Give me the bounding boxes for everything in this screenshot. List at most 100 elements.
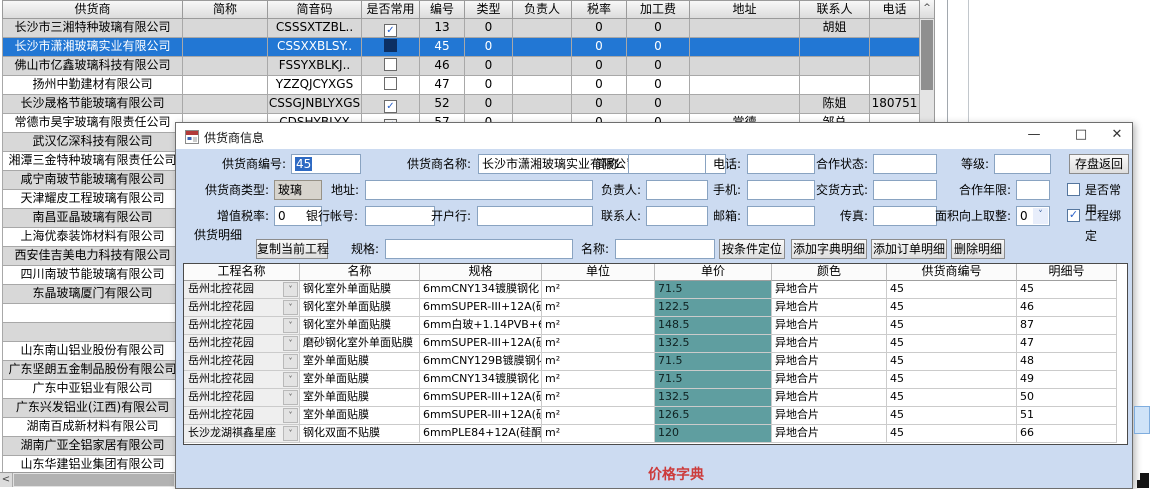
- address-label: 地址:: [326, 180, 359, 200]
- column-header-5[interactable]: 编号: [420, 0, 465, 19]
- column-header-8[interactable]: 税率: [572, 0, 627, 19]
- detail-cell: 122.5: [655, 299, 772, 317]
- supplier-table-horizontal-scrollbar[interactable]: <: [0, 472, 176, 487]
- coop-status-input[interactable]: [873, 154, 937, 174]
- chevron-down-icon[interactable]: ˅: [283, 282, 298, 297]
- detail-row[interactable]: 岳州北控花园˅室外单面贴膜6mmCNY129B镀膜钢化m²71.5异地合片454…: [184, 353, 1117, 371]
- column-header-1[interactable]: 供货商: [2, 0, 183, 19]
- detail-row[interactable]: 岳州北控花园˅室外单面贴膜6mmSUPER-III+12A(硅..m²132.5…: [184, 389, 1117, 407]
- project-combo[interactable]: 岳州北控花园˅: [184, 353, 300, 371]
- detail-cell: 50: [1017, 389, 1117, 407]
- chevron-down-icon[interactable]: ˅: [1033, 208, 1048, 224]
- common-use-checkbox[interactable]: ✓: [384, 24, 397, 37]
- detail-cell: m²: [542, 371, 655, 389]
- copy-current-project-button[interactable]: 复制当前工程: [256, 239, 328, 259]
- scroll-left-arrow-icon[interactable]: <: [0, 473, 13, 487]
- supplier-row[interactable]: 长沙市潇湘玻璃实业有限公司CSSXXBLSY..45000: [2, 38, 920, 57]
- project-combo[interactable]: 岳州北控花园˅: [184, 335, 300, 353]
- locate-by-condition-button[interactable]: 按条件定位: [719, 239, 785, 259]
- common-use-checkbox[interactable]: [384, 58, 397, 71]
- detail-row[interactable]: 岳州北控花园˅钢化室外单面贴膜6mm白玻+1.14PVB+6mm..m²148.…: [184, 317, 1117, 335]
- vertical-scrollbar-thumb[interactable]: [921, 20, 933, 90]
- area-round-up-select[interactable]: 0˅: [1016, 206, 1050, 226]
- project-combo[interactable]: 岳州北控花园˅: [184, 407, 300, 425]
- detail-grid-header: 工程名称名称规格单位单价颜色供货商编号明细号: [184, 264, 1117, 281]
- maximize-button[interactable]: □: [1065, 123, 1097, 148]
- grid-column-header-6[interactable]: 颜色: [772, 264, 887, 281]
- detail-row[interactable]: 长沙龙湖祺鑫星座˅钢化双面不贴膜6mmPLE84+12A(硅酮胶..m²120异…: [184, 425, 1117, 443]
- detail-row[interactable]: 岳州北控花园˅室外单面贴膜6mmCNY134镀膜钢化m²71.5异地合片4549: [184, 371, 1117, 389]
- chevron-down-icon[interactable]: ˅: [283, 300, 298, 315]
- column-header-12[interactable]: 电话: [870, 0, 920, 19]
- supplier-cell: 武汉亿深科技有限公司: [2, 133, 183, 152]
- column-header-9[interactable]: 加工费: [627, 0, 690, 19]
- chevron-down-icon[interactable]: ˅: [283, 390, 298, 405]
- email-input[interactable]: [747, 206, 815, 226]
- grid-column-header-3[interactable]: 规格: [420, 264, 542, 281]
- project-combo[interactable]: 岳州北控花园˅: [184, 317, 300, 335]
- common-use-checkbox[interactable]: [1067, 183, 1080, 196]
- project-combo[interactable]: 岳州北控花园˅: [184, 299, 300, 317]
- detail-cell: m²: [542, 425, 655, 443]
- add-order-detail-button[interactable]: 添加订单明细: [871, 239, 947, 259]
- minimize-button[interactable]: —: [1018, 123, 1050, 148]
- close-button[interactable]: ✕: [1101, 123, 1133, 148]
- supplier-row[interactable]: 长沙晟格节能玻璃有限公司CSSGJNBLYXGS✓52000陈姐180751: [2, 95, 920, 114]
- horizontal-scrollbar-thumb[interactable]: [14, 474, 174, 486]
- detail-row[interactable]: 岳州北控花园˅钢化室外单面贴膜6mmCNY134镀膜钢化m²71.5异地合片45…: [184, 281, 1117, 299]
- detail-cell: 6mm白玻+1.14PVB+6mm..: [420, 317, 542, 335]
- column-header-6[interactable]: 类型: [465, 0, 513, 19]
- project-combo[interactable]: 岳州北控花园˅: [184, 281, 300, 299]
- column-header-3[interactable]: 简音码: [268, 0, 362, 19]
- project-combo[interactable]: 岳州北控花园 ˅: [184, 389, 300, 407]
- detail-row[interactable]: 岳州北控花园˅钢化室外单面贴膜6mmSUPER-III+12A(硅..m²122…: [184, 299, 1117, 317]
- name-filter-input[interactable]: [615, 239, 715, 259]
- detail-cell: 148.5: [655, 317, 772, 335]
- column-header-2[interactable]: 简称: [183, 0, 268, 19]
- grid-column-header-2[interactable]: 名称: [300, 264, 420, 281]
- grid-column-header-4[interactable]: 单位: [542, 264, 655, 281]
- save-return-button[interactable]: 存盘返回: [1069, 154, 1129, 174]
- dialog-titlebar[interactable]: 供货商信息 — □ ✕: [176, 123, 1132, 149]
- project-name: 岳州北控花园: [188, 389, 254, 405]
- delivery-method-input[interactable]: [873, 180, 937, 200]
- grade-input[interactable]: [994, 154, 1051, 174]
- supplier-row[interactable]: 佛山市亿鑫玻璃科技有限公司FSSYXBLKJ..46000: [2, 57, 920, 76]
- detail-row[interactable]: 岳州北控花园˅室外单面贴膜6mmSUPER-III+12A(硅..m²126.5…: [184, 407, 1117, 425]
- project-bind-checkbox[interactable]: ✓: [1067, 209, 1080, 222]
- supplier-row[interactable]: 扬州中勤建材有限公司YZZQJCYXGS47000: [2, 76, 920, 95]
- name-filter-label: 名称:: [564, 239, 609, 259]
- coop-years-input[interactable]: [1016, 180, 1050, 200]
- project-combo[interactable]: 长沙龙湖祺鑫星座˅: [184, 425, 300, 443]
- grid-column-header-5[interactable]: 单价: [655, 264, 772, 281]
- delete-detail-button[interactable]: 删除明细: [951, 239, 1005, 259]
- detail-row[interactable]: 岳州北控花园˅磨砂钢化室外单面贴膜6mmSUPER-III+12A(硅..m²1…: [184, 335, 1117, 353]
- spec-filter-input[interactable]: [385, 239, 573, 259]
- supplier-row[interactable]: 长沙市三湘特种玻璃有限公司CSSSXTZBL..✓13000胡姐: [2, 19, 920, 38]
- grid-column-header-8[interactable]: 明细号: [1017, 264, 1117, 281]
- supplier-table-vertical-scrollbar[interactable]: ^: [920, 0, 935, 122]
- chevron-down-icon[interactable]: ˅: [283, 408, 298, 423]
- common-use-checkbox[interactable]: [384, 39, 397, 52]
- add-dictionary-detail-button[interactable]: 添加字典明细: [791, 239, 867, 259]
- common-use-checkbox[interactable]: [384, 77, 397, 90]
- detail-cell: 45: [887, 353, 1017, 371]
- chevron-down-icon[interactable]: ˅: [283, 426, 298, 441]
- grid-column-header-1[interactable]: 工程名称: [184, 264, 300, 281]
- column-header-11[interactable]: 联系人: [800, 0, 870, 19]
- project-combo[interactable]: 岳州北控花园˅: [184, 371, 300, 389]
- scroll-up-arrow-icon[interactable]: ^: [920, 0, 934, 19]
- common-use-checkbox[interactable]: ✓: [384, 100, 397, 113]
- chevron-down-icon[interactable]: ˅: [283, 354, 298, 369]
- supplier-type-input[interactable]: 玻璃: [274, 180, 322, 200]
- column-header-4[interactable]: 是否常用: [362, 0, 420, 19]
- column-header-10[interactable]: 地址: [690, 0, 800, 19]
- detail-cell: 48: [1017, 353, 1117, 371]
- chevron-down-icon[interactable]: ˅: [283, 318, 298, 333]
- column-header-7[interactable]: 负责人: [513, 0, 572, 19]
- chevron-down-icon[interactable]: ˅: [283, 372, 298, 387]
- grid-column-header-7[interactable]: 供货商编号: [887, 264, 1017, 281]
- supplier-no-input[interactable]: 45: [291, 154, 361, 174]
- address-input[interactable]: [365, 180, 593, 200]
- chevron-down-icon[interactable]: ˅: [283, 336, 298, 351]
